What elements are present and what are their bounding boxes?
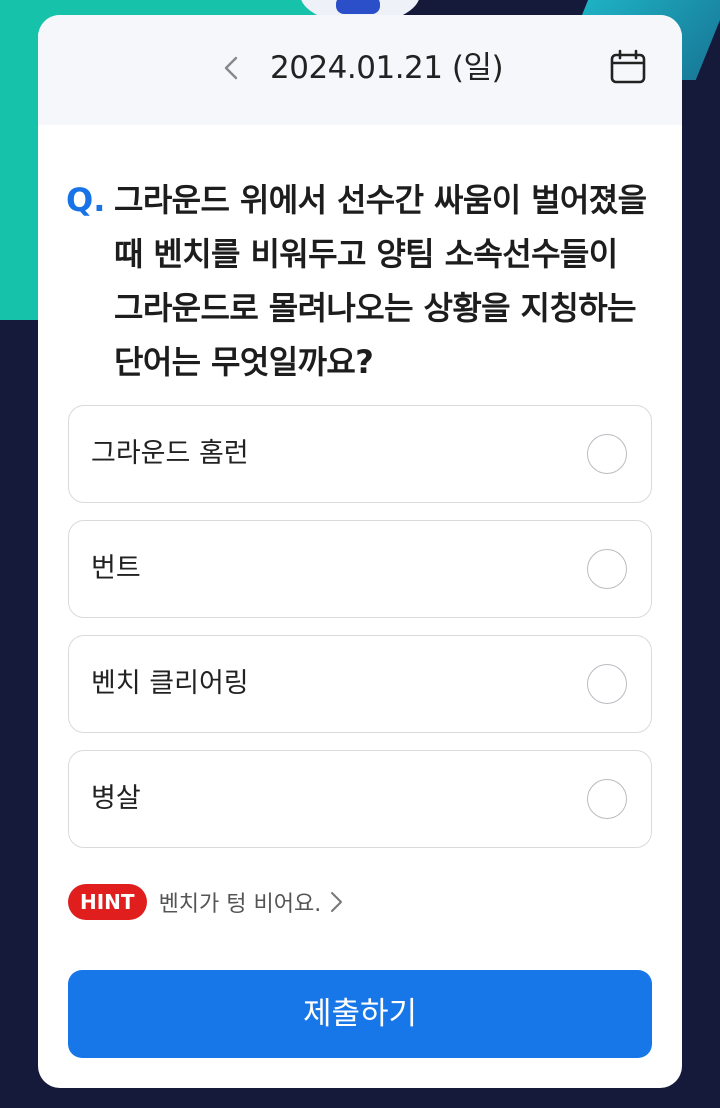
answer-option-2[interactable]: 번트 <box>68 520 652 618</box>
question: Q. 그라운드 위에서 선수간 싸움이 벌어졌을 때 벤치를 비워두고 양팀 소… <box>66 173 656 389</box>
answer-option-4[interactable]: 병살 <box>68 750 652 848</box>
answer-option-label: 번트 <box>91 553 141 584</box>
chevron-right-icon <box>331 892 343 912</box>
prev-date-button[interactable] <box>216 51 246 85</box>
calendar-button[interactable] <box>610 49 646 85</box>
mascot-bow <box>336 0 380 14</box>
answer-option-label: 그라운드 홈런 <box>91 438 249 469</box>
question-text: 그라운드 위에서 선수간 싸움이 벌어졌을 때 벤치를 비워두고 양팀 소속선수… <box>114 181 647 381</box>
radio-unchecked-icon[interactable] <box>587 549 627 589</box>
radio-unchecked-icon[interactable] <box>587 664 627 704</box>
hint-text: 벤치가 텅 비어요. <box>158 892 322 917</box>
hint-link[interactable]: HINT 벤치가 텅 비어요. <box>68 883 345 921</box>
chevron-left-icon <box>224 56 238 80</box>
answer-option-label: 병살 <box>91 783 141 814</box>
date-header: 2024.01.21 (일) <box>38 15 682 125</box>
submit-button[interactable]: 제출하기 <box>68 970 652 1058</box>
answer-option-1[interactable]: 그라운드 홈런 <box>68 405 652 503</box>
hint-badge: HINT <box>68 884 147 920</box>
radio-unchecked-icon[interactable] <box>587 434 627 474</box>
answer-option-label: 벤치 클리어링 <box>91 668 249 699</box>
quiz-card: 2024.01.21 (일) Q. 그라운드 위에서 선수간 싸움이 벌어졌을 … <box>38 15 682 1088</box>
answer-option-3[interactable]: 벤치 클리어링 <box>68 635 652 733</box>
question-prefix: Q. <box>66 181 106 219</box>
calendar-icon <box>610 49 646 84</box>
date-title: 2024.01.21 (일) <box>270 50 504 86</box>
radio-unchecked-icon[interactable] <box>587 779 627 819</box>
